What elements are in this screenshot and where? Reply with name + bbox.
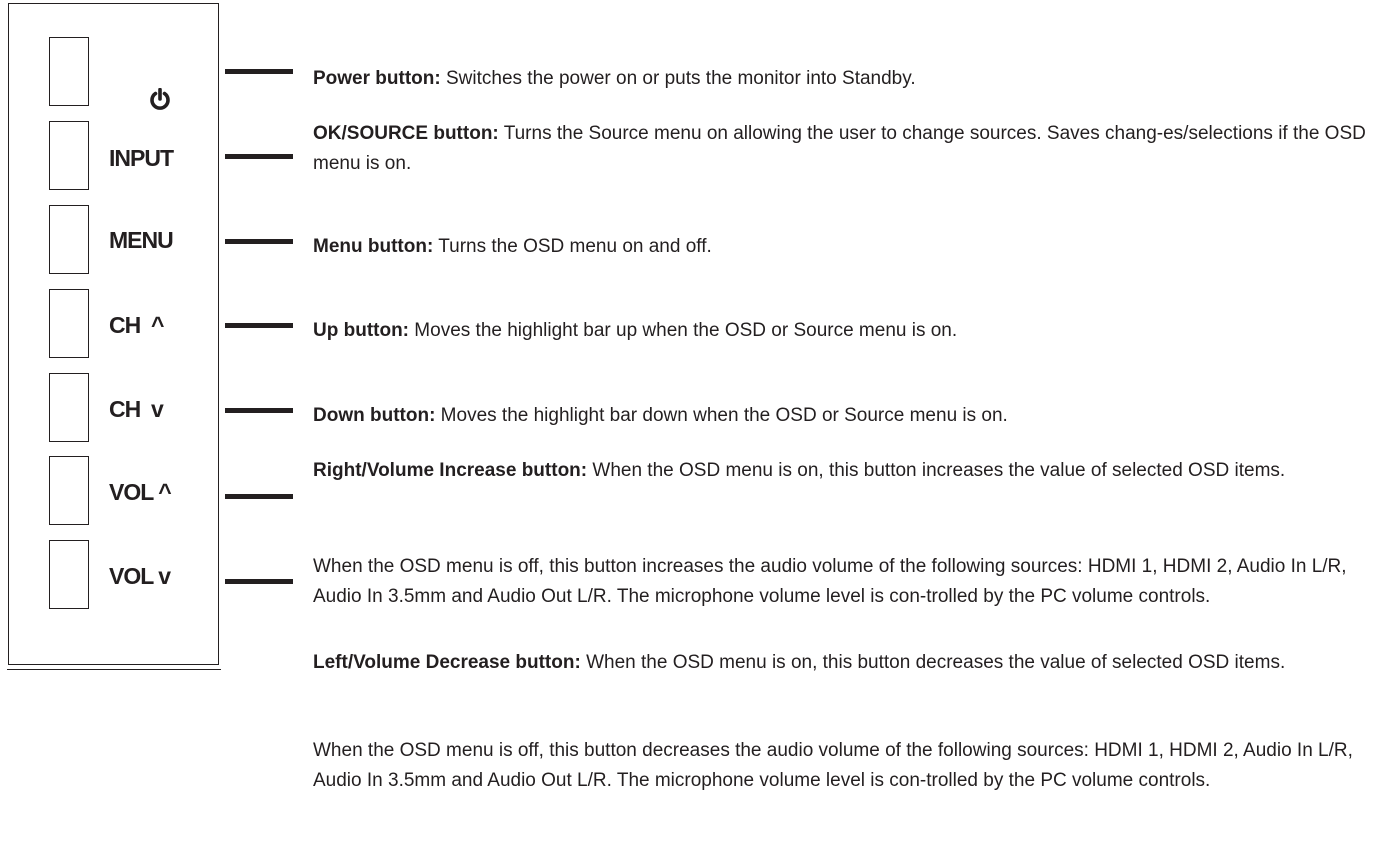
input-key xyxy=(49,121,89,190)
description-title: Down button: xyxy=(313,405,436,426)
description-text: Moves the highlight bar up when the OSD … xyxy=(409,320,958,341)
connector-line xyxy=(225,579,293,584)
down-button-description: Down button: Moves the highlight bar dow… xyxy=(313,401,1388,431)
description-text: When the OSD menu is on, this button dec… xyxy=(580,652,1286,673)
connector-line xyxy=(225,494,293,499)
menu-key-label: MENU xyxy=(109,227,174,253)
description-text: When the OSD menu is on, this button inc… xyxy=(587,460,1286,481)
connector-line xyxy=(225,69,293,74)
vol-up-key-label: VOL ^ xyxy=(109,479,172,505)
description-text: When the OSD menu is off, this button de… xyxy=(313,740,1353,791)
input-key-label: INPUT xyxy=(109,145,174,171)
ch-down-key-label: CH v xyxy=(109,396,164,422)
description-title: Up button: xyxy=(313,320,410,341)
description-title: Menu button: xyxy=(313,236,434,257)
menu-key xyxy=(49,205,89,274)
description-text: Moves the highlight bar down when the OS… xyxy=(435,405,1008,426)
ch-up-key xyxy=(49,289,89,358)
volume-decrease-description: Left/Volume Decrease button: When the OS… xyxy=(313,648,1388,678)
description-title: Power button: xyxy=(313,68,441,89)
connector-line xyxy=(225,239,293,244)
vol-up-key xyxy=(49,456,89,525)
ch-up-key-label: CH ^ xyxy=(109,312,164,338)
description-title: Left/Volume Decrease button: xyxy=(313,652,581,673)
ch-down-key xyxy=(49,373,89,442)
volume-increase-description: Right/Volume Increase button: When the O… xyxy=(313,456,1388,486)
power-button-description: Power button: Switches the power on or p… xyxy=(313,64,1388,94)
up-button-description: Up button: Moves the highlight bar up wh… xyxy=(313,316,1388,346)
description-text: When the OSD menu is off, this button in… xyxy=(313,556,1347,607)
description-text: Turns the OSD menu on and off. xyxy=(433,236,712,257)
connector-line xyxy=(225,408,293,413)
volume-decrease-off-description: When the OSD menu is off, this button de… xyxy=(313,736,1388,796)
description-title: OK/SOURCE button: xyxy=(313,123,499,144)
keypad-panel: INPUT MENU CH ^ CH v VOL ^ VOL v xyxy=(6,3,221,670)
power-icon xyxy=(127,60,237,146)
vol-down-key xyxy=(49,540,89,609)
connector-line xyxy=(225,154,293,159)
source-button-description: OK/SOURCE button: Turns the Source menu … xyxy=(313,119,1388,179)
description-title: Right/Volume Increase button: xyxy=(313,460,588,481)
connector-line xyxy=(225,323,293,328)
description-text: Switches the power on or puts the monito… xyxy=(440,68,916,89)
menu-button-description: Menu button: Turns the OSD menu on and o… xyxy=(313,232,1388,262)
vol-down-key-label: VOL v xyxy=(109,563,171,589)
power-key xyxy=(49,37,89,106)
volume-increase-off-description: When the OSD menu is off, this button in… xyxy=(313,552,1388,612)
